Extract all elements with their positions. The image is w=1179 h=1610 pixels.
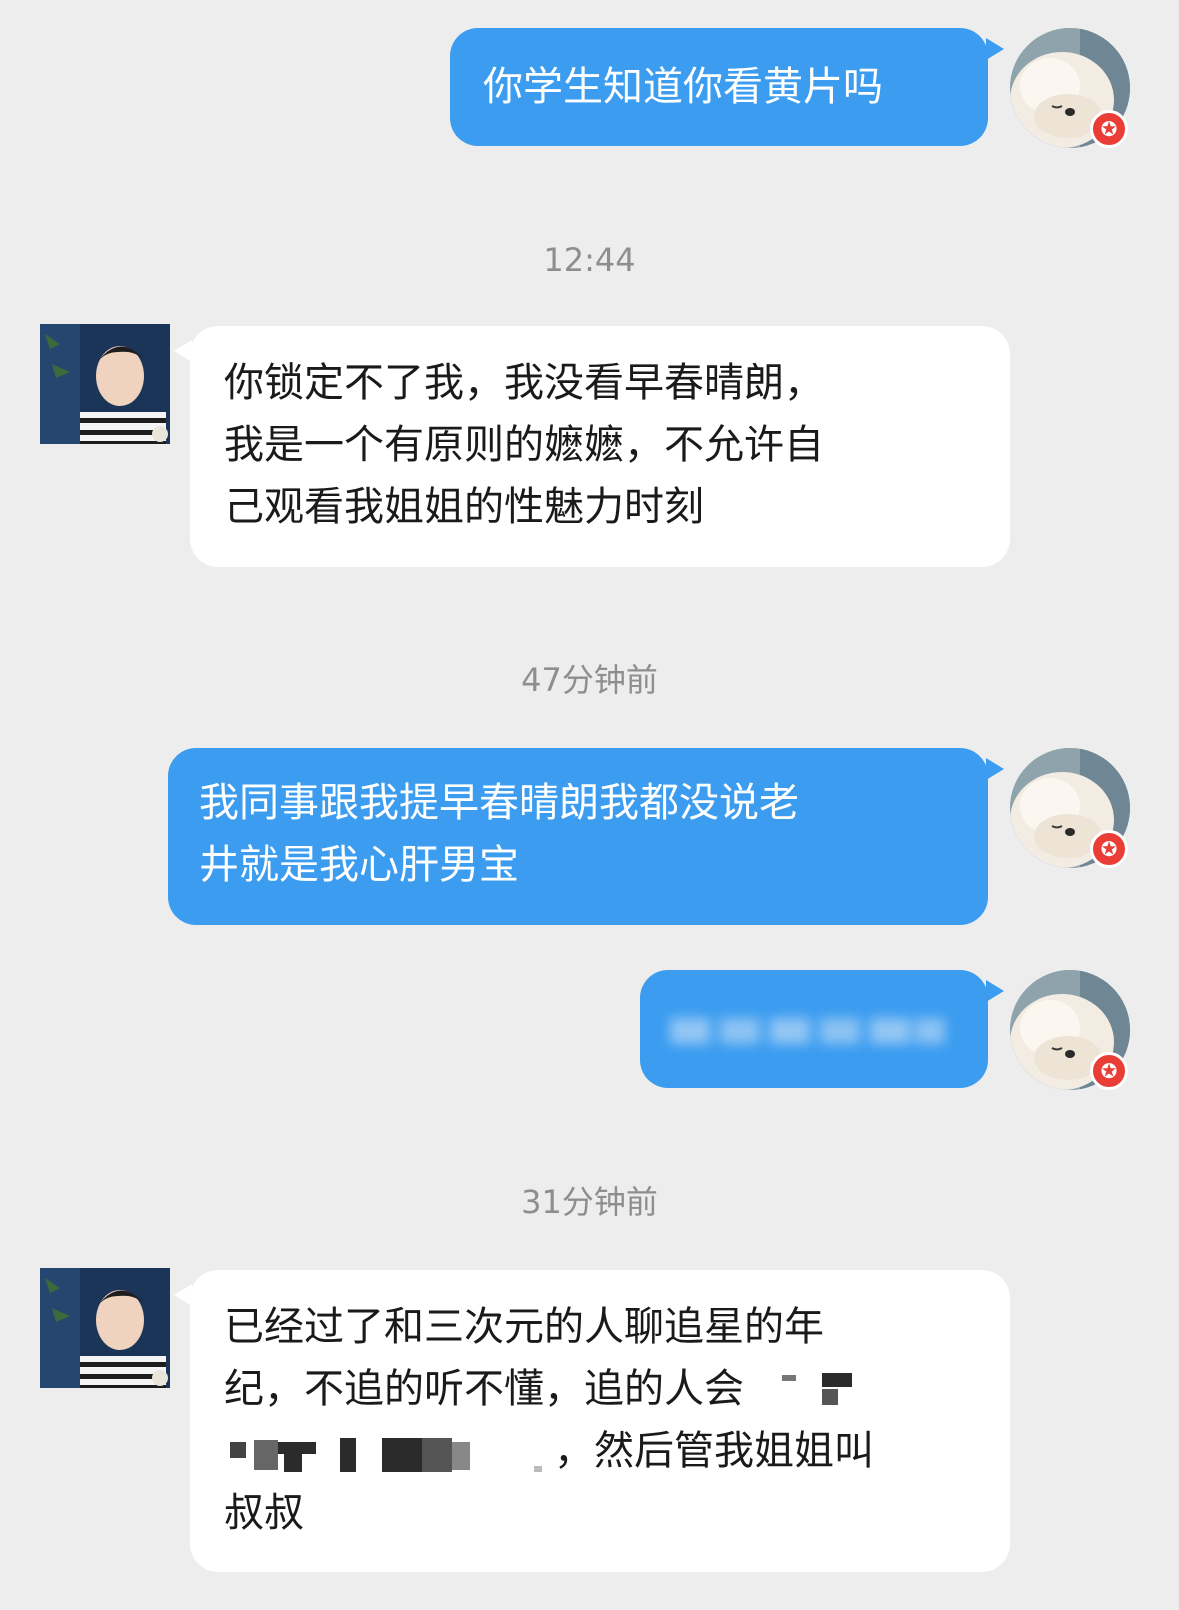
message-text-line-with-redaction: ，然后管我姐姐叫 [224,1420,1010,1482]
redacted-mosaic [762,1371,852,1411]
message-text-line: 我是一个有原则的嬷嬷，不允许自 [224,422,824,468]
message-text: 你学生知道你看黄片吗 [483,64,883,110]
message-text-line: 我同事跟我提早春晴朗我都没说老 [199,780,799,826]
message-bubble-incoming[interactable]: 你锁定不了我，我没看早春晴朗， 我是一个有原则的嬷嬷，不允许自 己观看我姐姐的性… [190,326,1010,567]
message-text-line: 你锁定不了我，我没看早春晴朗， [224,360,824,406]
message-text-line: 井就是我心肝男宝 [199,842,519,888]
person-photo-avatar-icon [40,1268,170,1388]
star-badge-icon: ✪ [1090,1052,1128,1090]
timestamp: 12:44 [543,241,636,279]
bubble-tail [986,38,1004,60]
message-text-line: 已经过了和三次元的人聊追星的年 [224,1304,824,1350]
contact-avatar[interactable] [40,324,170,444]
timestamp: 47分钟前 [521,661,658,699]
message-text-line: 己观看我姐姐的性魅力时刻 [224,484,704,530]
star-badge-icon: ✪ [1090,110,1128,148]
message-text-line: 叔叔 [224,1490,304,1536]
contact-avatar[interactable] [40,1268,170,1388]
bubble-tail [986,980,1004,1002]
message-bubble-outgoing[interactable]: 你学生知道你看黄片吗 [450,28,988,146]
star-badge-icon: ✪ [1090,830,1128,868]
person-photo-avatar-icon [40,324,170,444]
timestamp: 31分钟前 [521,1183,658,1221]
message-bubble-outgoing[interactable]: 我同事跟我提早春晴朗我都没说老 井就是我心肝男宝 [168,748,988,925]
blurred-text [670,1006,950,1068]
message-bubble-incoming[interactable]: 已经过了和三次元的人聊追星的年 纪，不追的听不懂，追的人会 ，然后管我姐姐叫 叔… [190,1270,1010,1572]
redacted-mosaic [224,1432,554,1474]
message-bubble-outgoing-blurred[interactable] [640,970,988,1088]
bubble-tail [986,758,1004,780]
message-text-line-with-redaction: 纪，不追的听不懂，追的人会 [224,1358,1010,1420]
